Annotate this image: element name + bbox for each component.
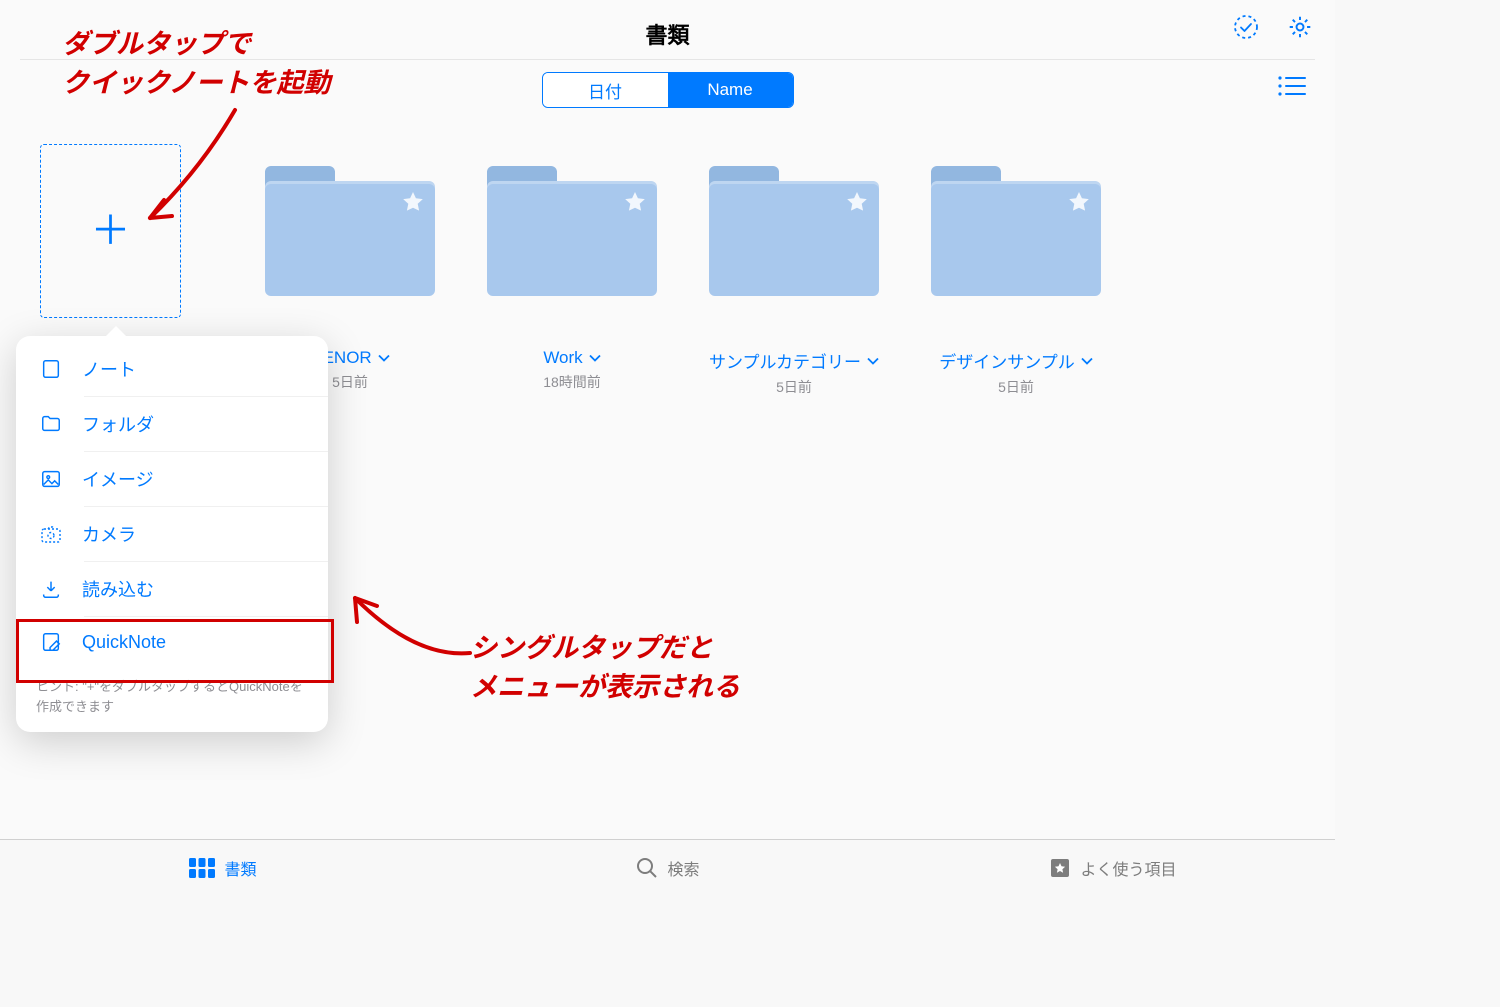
star-icon xyxy=(623,190,647,219)
folder-item[interactable]: Work 18時間前 xyxy=(487,166,657,392)
image-icon xyxy=(38,468,64,490)
menu-item-note[interactable]: ノート xyxy=(16,342,328,396)
tab-search[interactable]: 検索 xyxy=(445,840,890,896)
star-icon xyxy=(1067,190,1091,219)
annotation-text: シングルタップだと メニューが表示される xyxy=(470,626,740,704)
popover-hint: ヒント: "+"をダブルタップするとQuickNoteを作成できます xyxy=(16,667,328,720)
note-icon xyxy=(38,358,64,380)
import-icon xyxy=(38,578,64,600)
chevron-down-icon xyxy=(378,353,390,363)
add-menu-popover: ノート フォルダ イメージ カメラ 読み込む xyxy=(16,336,328,732)
folder-name[interactable]: Work xyxy=(543,348,600,368)
sort-by-date[interactable]: 日付 xyxy=(543,73,668,107)
camera-icon xyxy=(38,522,64,546)
annotation-text: ダブルタップで クイックノートを起動 xyxy=(62,22,330,100)
folder-date: 18時間前 xyxy=(487,372,657,392)
select-icon[interactable] xyxy=(1231,12,1261,42)
sort-segmented-control: 日付 Name xyxy=(542,72,794,108)
annotation-arrow xyxy=(335,578,485,678)
grid-icon xyxy=(188,857,216,879)
quicknote-icon xyxy=(38,631,64,653)
folder-icon xyxy=(38,413,64,435)
tab-bar: 書類 検索 よく使う項目 xyxy=(0,839,1335,896)
star-icon xyxy=(845,190,869,219)
chevron-down-icon xyxy=(867,356,879,366)
folder-date: 5日前 xyxy=(709,377,879,397)
gear-icon[interactable] xyxy=(1285,12,1315,42)
menu-item-folder[interactable]: フォルダ xyxy=(84,396,328,451)
menu-item-image[interactable]: イメージ xyxy=(84,451,328,506)
folder-item[interactable]: デザインサンプル 5日前 xyxy=(931,166,1101,397)
plus-icon: ＋ xyxy=(91,211,131,251)
search-icon xyxy=(635,856,659,880)
menu-item-camera[interactable]: カメラ xyxy=(84,506,328,561)
list-view-icon[interactable] xyxy=(1277,74,1307,103)
tab-favorites[interactable]: よく使う項目 xyxy=(890,840,1335,896)
menu-item-import[interactable]: 読み込む xyxy=(84,561,328,616)
star-icon xyxy=(401,190,425,219)
sort-by-name[interactable]: Name xyxy=(668,73,793,107)
folder-date: 5日前 xyxy=(931,377,1101,397)
tab-documents[interactable]: 書類 xyxy=(0,840,445,896)
star-badge-icon xyxy=(1048,856,1072,880)
folder-name[interactable]: デザインサンプル xyxy=(939,348,1093,373)
chevron-down-icon xyxy=(1081,356,1093,366)
chevron-down-icon xyxy=(589,353,601,363)
add-button[interactable]: ＋ xyxy=(40,144,181,318)
folder-name[interactable]: サンプルカテゴリー xyxy=(709,348,879,373)
folder-item[interactable]: サンプルカテゴリー 5日前 xyxy=(709,166,879,397)
menu-item-quicknote[interactable]: QuickNote xyxy=(84,616,328,667)
